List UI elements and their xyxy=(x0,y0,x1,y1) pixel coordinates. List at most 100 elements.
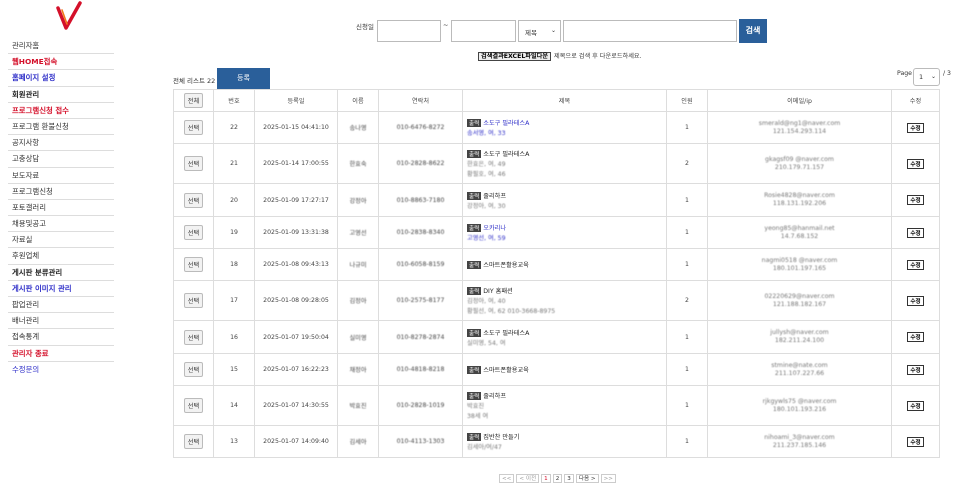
row-email: yeong85@hanmail.net xyxy=(764,224,835,232)
edit-button[interactable]: 수정 xyxy=(907,436,924,447)
pager-page-3[interactable]: 3 xyxy=(564,474,574,483)
print-tag[interactable]: 출력 xyxy=(467,119,482,127)
sidebar-item[interactable]: 프로그램신청 xyxy=(8,184,114,200)
edit-cell: 수정 xyxy=(891,216,940,249)
excel-download-button[interactable]: 검색결과EXCEL파일다운 xyxy=(478,52,552,61)
row-date: 2025-01-14 17:00:55 xyxy=(254,143,338,184)
pager-first[interactable]: << xyxy=(499,474,515,483)
row-count: 1 xyxy=(666,216,708,249)
select-button[interactable]: 선택 xyxy=(183,434,204,449)
edit-button[interactable]: 수정 xyxy=(907,158,924,169)
sidebar-item[interactable]: 프로그램신청 접수 xyxy=(8,103,114,119)
print-tag[interactable]: 출력 xyxy=(467,261,482,269)
program-title[interactable]: 스마트폰활용교육 xyxy=(483,262,529,269)
edit-button[interactable]: 수정 xyxy=(907,259,924,270)
header-email: 이메일/ip xyxy=(707,89,892,112)
sidebar-item[interactable]: 후원업체 xyxy=(8,248,114,265)
select-button[interactable]: 선택 xyxy=(183,362,204,377)
row-no: 13 xyxy=(213,425,255,458)
sidebar-item[interactable]: 관리자홈 xyxy=(8,38,114,55)
pager-next[interactable]: 다음 > xyxy=(575,474,599,483)
search-button[interactable]: 검색 xyxy=(739,19,767,43)
select-button[interactable]: 선택 xyxy=(183,225,204,240)
program-title[interactable]: 소도구 필라테스A xyxy=(483,151,529,158)
program-title[interactable]: 집반찬 만들기 xyxy=(483,434,519,441)
header-name: 이름 xyxy=(337,89,379,112)
edit-button[interactable]: 수정 xyxy=(907,195,924,205)
search-input[interactable] xyxy=(563,20,737,42)
row-no: 14 xyxy=(213,385,255,426)
row-no: 18 xyxy=(213,248,255,281)
edit-button[interactable]: 수정 xyxy=(907,332,924,342)
sidebar-item[interactable]: 수정문의 xyxy=(8,362,114,378)
select-button[interactable]: 선택 xyxy=(183,329,204,345)
header-count: 인원 xyxy=(666,89,708,112)
edit-cell: 수정 xyxy=(891,425,940,458)
sidebar-item[interactable]: 공지사항 xyxy=(8,135,114,152)
row-date: 2025-01-08 09:43:13 xyxy=(254,248,338,281)
pager-last[interactable]: >> xyxy=(600,474,616,483)
print-tag[interactable]: 출력 xyxy=(467,328,482,337)
sidebar-item[interactable]: 고충상담 xyxy=(8,151,114,168)
program-title[interactable]: DIY 홈패션 xyxy=(483,288,512,295)
sidebar-item[interactable]: 홈페이지 설정 xyxy=(8,70,114,87)
select-button[interactable]: 선택 xyxy=(183,293,204,308)
header-edit: 수정 xyxy=(891,89,940,112)
row-email: 02220629@naver.com xyxy=(764,292,835,300)
sidebar-item[interactable]: 프로그램 환불신청 xyxy=(8,119,114,136)
edit-button[interactable]: 수정 xyxy=(907,364,924,375)
print-tag[interactable]: 출력 xyxy=(467,392,482,400)
pager-prev[interactable]: < 이전 xyxy=(516,474,540,483)
sidebar-item[interactable]: 회원관리 xyxy=(8,87,114,103)
select-all-button[interactable]: 전체 xyxy=(183,93,204,108)
edit-button[interactable]: 수정 xyxy=(907,227,924,238)
print-tag[interactable]: 출력 xyxy=(467,433,482,441)
pager-page-1[interactable]: 1 xyxy=(541,474,551,483)
row-name: 한효숙 xyxy=(337,143,379,184)
pager-page-2[interactable]: 2 xyxy=(552,474,563,483)
print-tag[interactable]: 출력 xyxy=(467,191,482,200)
program-title[interactable]: 줄리하프 xyxy=(483,193,506,200)
sidebar-item[interactable]: 채용및공고 xyxy=(8,216,114,233)
sidebar-item[interactable]: 배너관리 xyxy=(8,313,114,330)
print-tag[interactable]: 출력 xyxy=(467,287,482,295)
row-email-ip: smerald@ng1@naver.com 121.154.293.114 xyxy=(707,111,892,144)
sidebar-item[interactable]: 게시판 이미지 관리 xyxy=(8,281,114,297)
row-date: 2025-01-07 19:50:04 xyxy=(254,320,338,354)
program-title[interactable]: 소도구 필라테스A xyxy=(483,330,529,337)
table-row: 선택 14 2025-01-07 14:30:55 박효진 010-2828-1019 출… xyxy=(173,385,940,426)
date-to-input[interactable] xyxy=(451,20,516,42)
register-button[interactable]: 등록 xyxy=(217,68,270,89)
select-button[interactable]: 선택 xyxy=(183,120,204,135)
date-from-input[interactable] xyxy=(377,20,441,42)
print-tag[interactable]: 출력 xyxy=(467,224,482,232)
edit-button[interactable]: 수정 xyxy=(907,122,924,133)
print-tag[interactable]: 출력 xyxy=(467,366,482,374)
search-field-select[interactable]: 제목 ⌄ xyxy=(518,20,561,42)
page-select[interactable]: 1 ⌄ xyxy=(913,68,940,86)
sidebar-item[interactable]: 접속통계 xyxy=(8,329,114,346)
sidebar-item[interactable]: 자료실 xyxy=(8,232,114,249)
sidebar-item[interactable]: 관리자 종료 xyxy=(8,346,114,362)
program-title[interactable]: 소도구 필라테스A xyxy=(483,120,529,127)
edit-button[interactable]: 수정 xyxy=(907,400,924,411)
row-no: 21 xyxy=(213,143,255,184)
sidebar-item[interactable]: 웹HOME접속 xyxy=(8,54,114,71)
row-email-ip: 02220629@naver.com 121.188.182.167 xyxy=(707,280,892,321)
table-row: 선택 17 2025-01-08 09:28:05 김정아 010-2575-8177 출… xyxy=(173,280,940,321)
sidebar-item[interactable]: 보도자료 xyxy=(8,168,114,184)
program-title[interactable]: 줄리하프 xyxy=(483,393,506,400)
select-button[interactable]: 선택 xyxy=(183,192,204,208)
row-email: nagmi0518 @naver.com xyxy=(761,256,838,264)
sidebar-item[interactable]: 게시판 분류관리 xyxy=(8,265,114,281)
sidebar-item[interactable]: 팝업관리 xyxy=(8,297,114,314)
select-button[interactable]: 선택 xyxy=(183,257,204,272)
program-title[interactable]: 스마트폰활용교육 xyxy=(483,367,529,374)
print-tag[interactable]: 출력 xyxy=(467,150,482,158)
select-button[interactable]: 선택 xyxy=(183,156,204,171)
sidebar-item[interactable]: 포토갤러리 xyxy=(8,200,114,217)
edit-button[interactable]: 수정 xyxy=(907,295,924,306)
select-button[interactable]: 선택 xyxy=(183,398,204,413)
logo-icon[interactable] xyxy=(52,0,84,32)
program-title[interactable]: 오카리나 xyxy=(483,225,506,232)
